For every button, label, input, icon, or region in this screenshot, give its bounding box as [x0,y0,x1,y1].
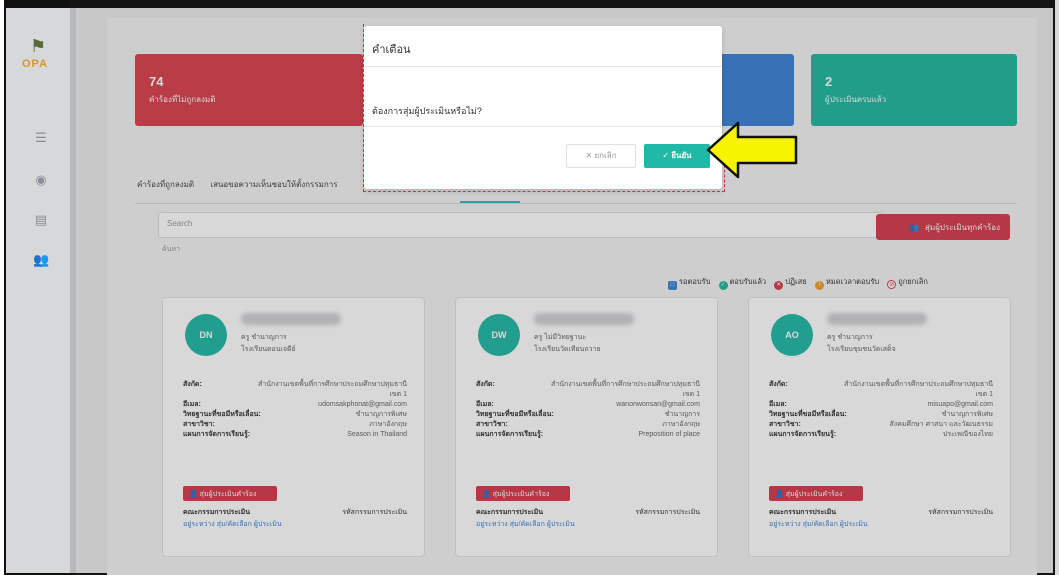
annotation-outline [363,191,725,192]
dialog-message: ต้องการสุ่มผู้ประเมินหรือไม่? [372,106,482,116]
cancel-button[interactable]: ✕ ยกเลิก [566,144,636,168]
users-icon[interactable]: 👥 [33,252,49,268]
annotation-arrow-icon [706,121,798,179]
dialog-title: คำเตือน [372,44,411,56]
document-icon[interactable]: ▤ [33,212,49,228]
confirm-dialog: คำเตือน ต้องการสุ่มผู้ประเมินหรือไม่? ✕ … [364,26,722,189]
logo-figure-icon: ⚑ [30,36,47,56]
app-logo: ⚑ OPA [22,36,49,70]
list-icon[interactable]: ☰ [33,130,49,146]
sidebar: ⚑ OPA ☰ ◉ ▤ 👥 [6,8,76,573]
user-circle-icon[interactable]: ◉ [33,172,49,188]
confirm-button[interactable]: ✓ ยืนยัน [644,144,710,168]
dialog-divider [364,66,722,67]
annotation-outline [363,24,364,192]
close-icon: ✕ [585,151,593,160]
dialog-divider [364,126,722,127]
check-icon: ✓ [662,151,670,160]
